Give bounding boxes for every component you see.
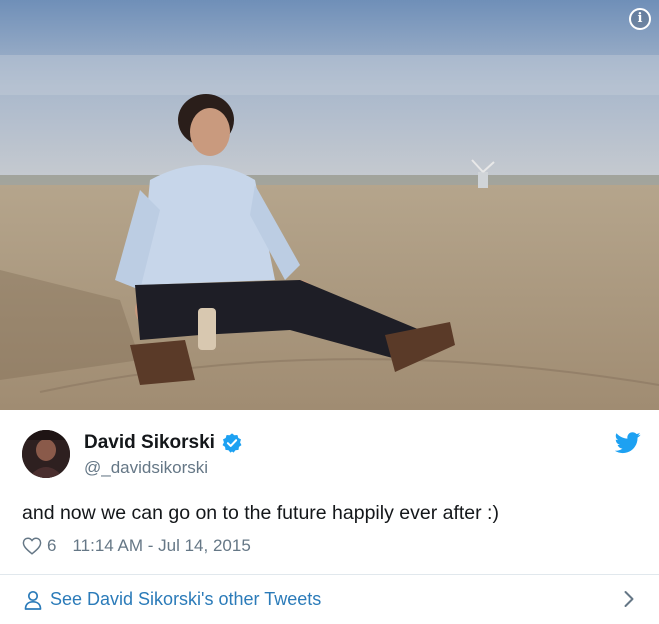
chevron-right-icon[interactable]: [623, 590, 635, 608]
tweet-photo[interactable]: i: [0, 0, 659, 410]
tweet-text: and now we can go on to the future happi…: [22, 502, 499, 524]
tweet-timestamp[interactable]: 11:14 AM - Jul 14, 2015: [72, 536, 250, 556]
beach-photo: [0, 0, 659, 410]
tweet-card: David Sikorski @_davidsikorski and now w…: [0, 410, 659, 624]
person-icon: [24, 590, 42, 610]
see-other-tweets-link[interactable]: See David Sikorski's other Tweets: [0, 575, 659, 624]
author-display-name[interactable]: David Sikorski: [84, 432, 215, 454]
tweet-meta: 6 11:14 AM - Jul 14, 2015: [22, 536, 251, 556]
avatar[interactable]: [22, 430, 70, 478]
author-handle[interactable]: @_davidsikorski: [84, 458, 208, 478]
heart-icon[interactable]: [22, 537, 42, 555]
info-icon[interactable]: i: [629, 8, 651, 30]
author-name-row: David Sikorski: [84, 432, 243, 454]
see-other-tweets-label[interactable]: See David Sikorski's other Tweets: [50, 589, 321, 610]
twitter-bird-icon[interactable]: [614, 432, 641, 454]
like-count[interactable]: 6: [47, 536, 56, 556]
verified-badge-icon: [221, 432, 243, 454]
